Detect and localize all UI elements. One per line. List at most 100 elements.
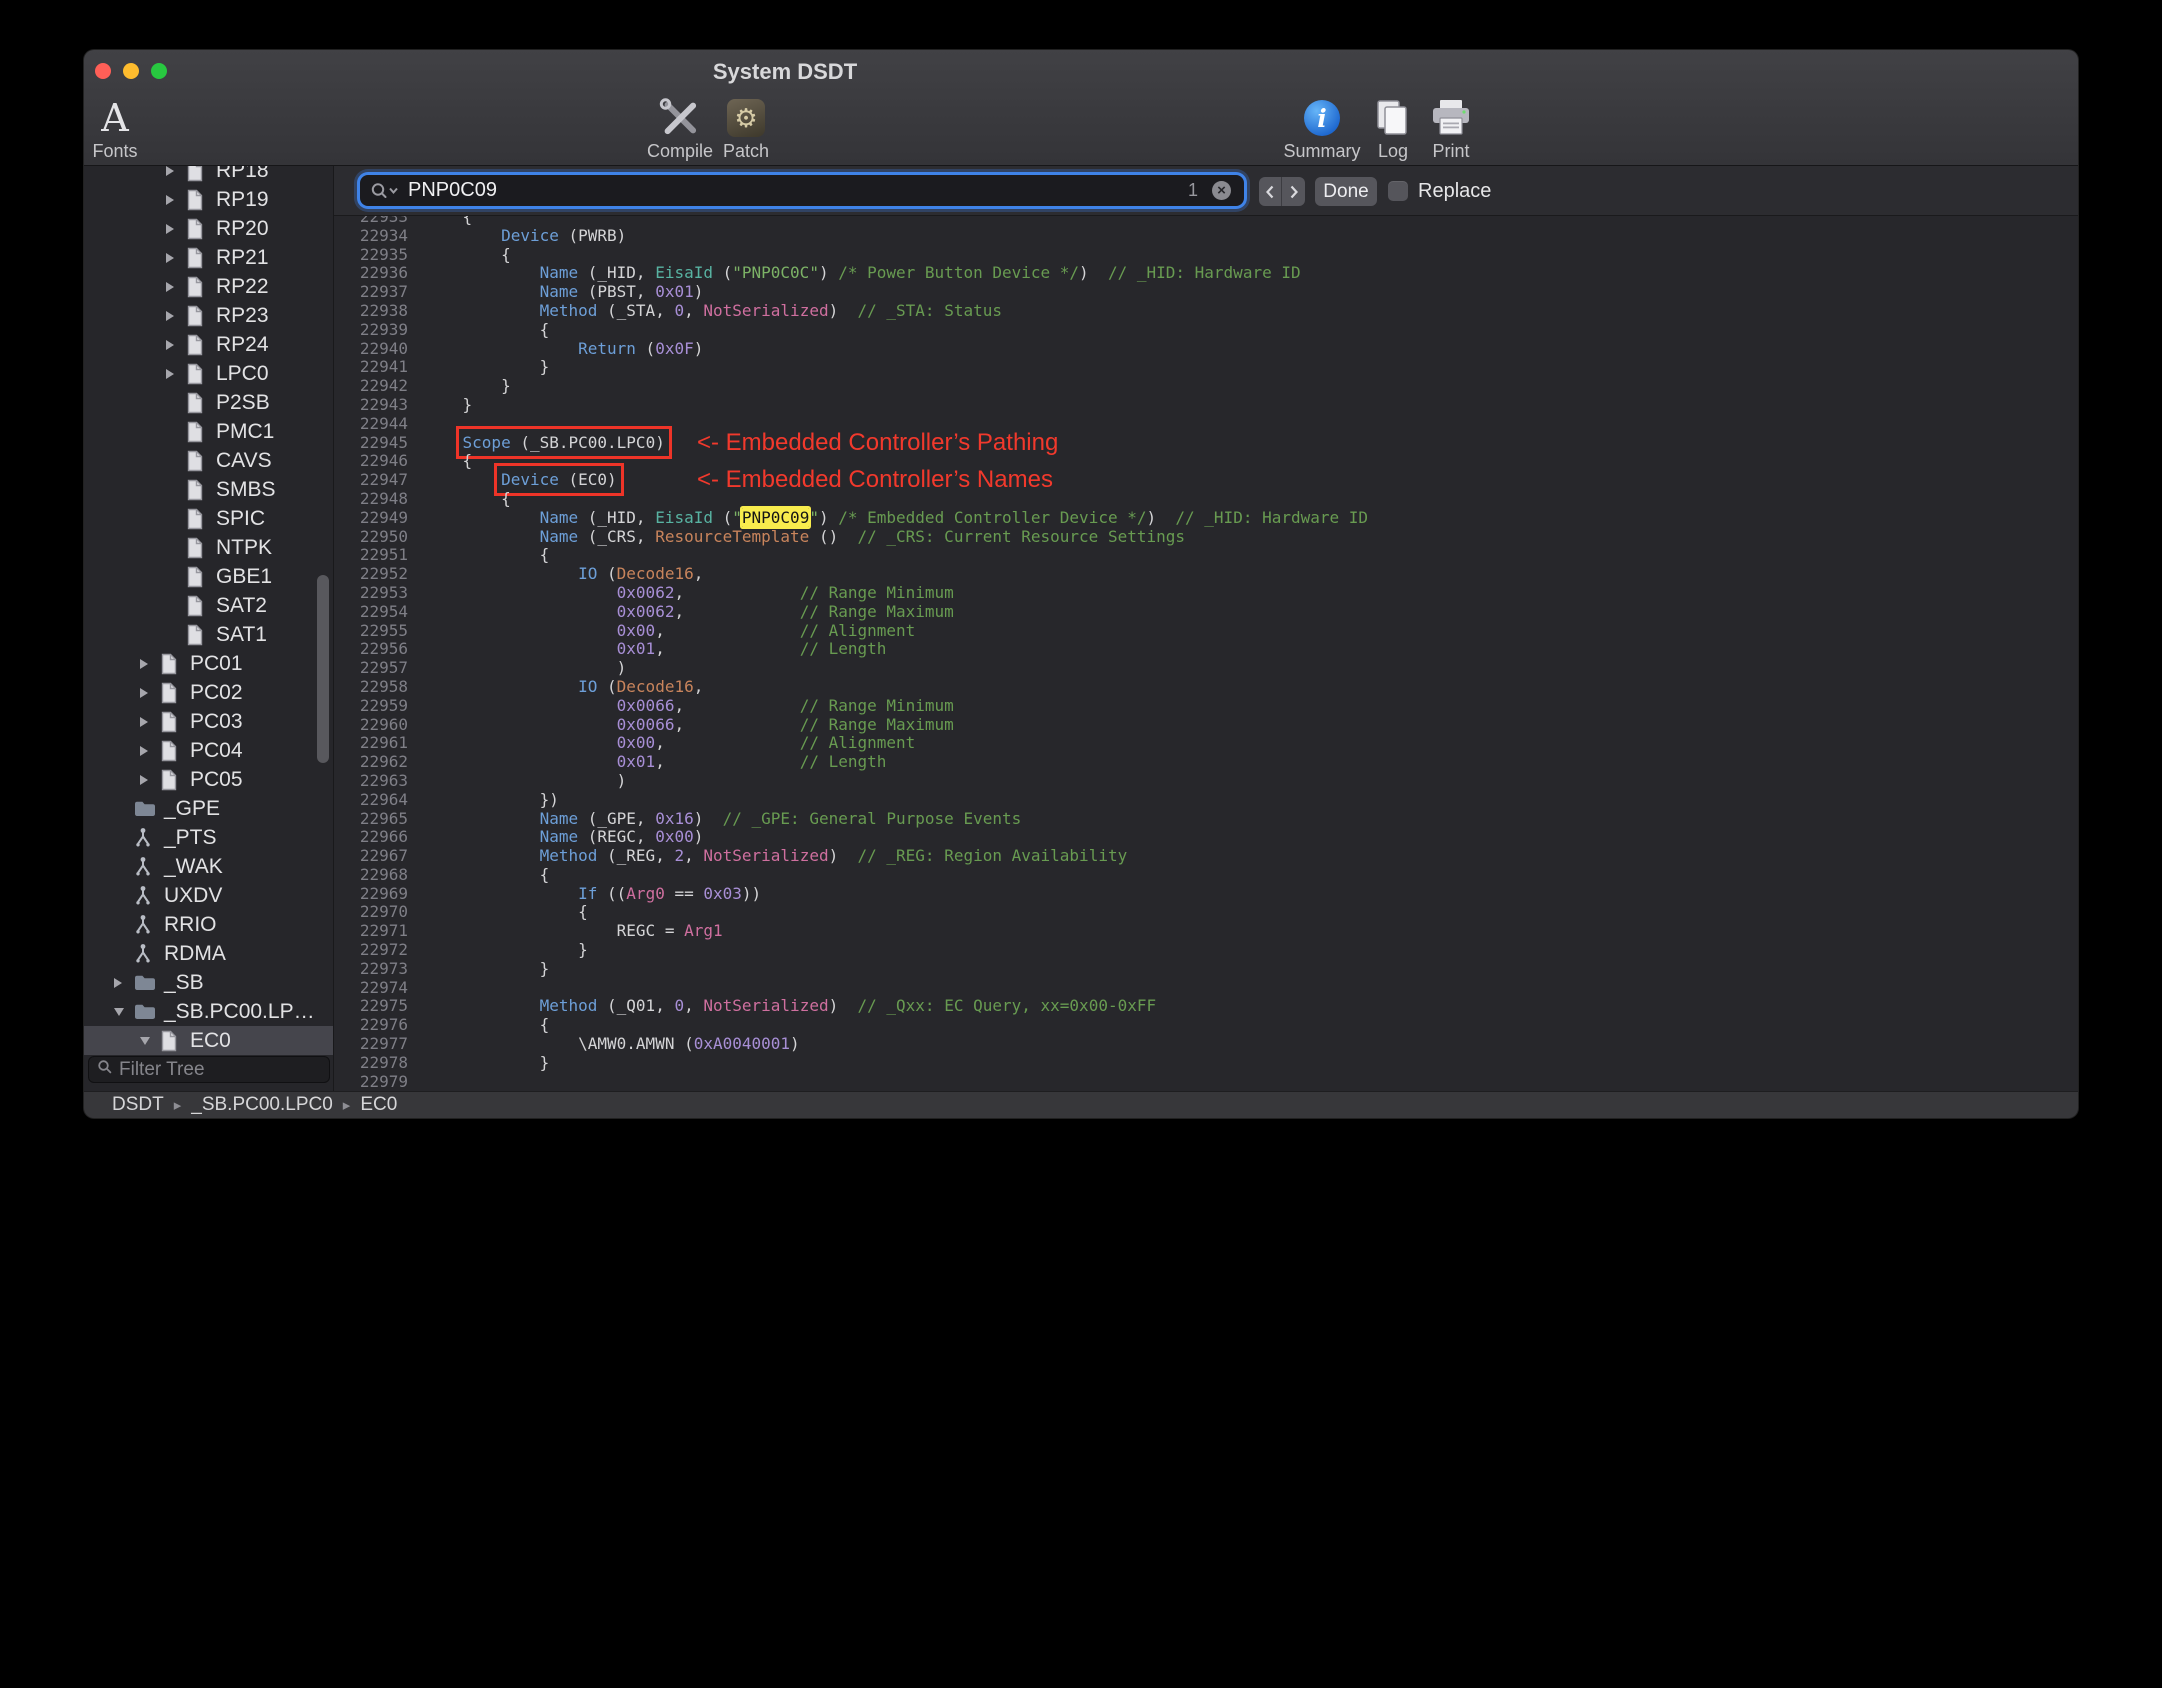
code-line[interactable]: 22956 0x01, // Length [334, 639, 2078, 659]
sidebar-item-rp18[interactable]: RP18 [84, 166, 333, 185]
code-line[interactable]: 22967 Method (_REG, 2, NotSerialized) //… [334, 846, 2078, 866]
sidebar-item-pc01[interactable]: PC01 [84, 649, 333, 678]
code-line[interactable]: 22977 \AMW0.AMWN (0xA0040001) [334, 1034, 2078, 1054]
breadcrumb-item[interactable]: DSDT [112, 1094, 164, 1116]
code-line[interactable]: 22945 Scope (_SB.PC00.LPC0) <- Embedded C… [334, 425, 2078, 459]
code-line[interactable]: 22949 Name (_HID, EisaId ("PNP0C09") /* … [334, 507, 2078, 528]
close-button[interactable] [95, 63, 111, 79]
sidebar-item-pmc1[interactable]: PMC1 [84, 417, 333, 446]
code-line[interactable]: 22962 0x01, // Length [334, 752, 2078, 772]
code-line[interactable]: 22943 } [334, 395, 2078, 415]
disclosure-triangle-icon[interactable] [140, 717, 160, 727]
sidebar-item-_gpe[interactable]: _GPE [84, 794, 333, 823]
next-match-button[interactable] [1282, 177, 1305, 206]
code-line[interactable]: 22965 Name (_GPE, 0x16) // _GPE: General… [334, 809, 2078, 829]
toolbar-fonts-button[interactable]: A Fonts [84, 96, 175, 162]
code-line[interactable]: 22960 0x0066, // Range Maximum [334, 715, 2078, 735]
minimize-button[interactable] [123, 63, 139, 79]
code-line[interactable]: 22939 { [334, 320, 2078, 340]
disclosure-triangle-icon[interactable] [166, 311, 186, 321]
disclosure-triangle-icon[interactable] [140, 775, 160, 785]
sidebar-item-rp21[interactable]: RP21 [84, 243, 333, 272]
code-line[interactable]: 22963 ) [334, 771, 2078, 791]
code-line[interactable]: 22947 Device (EC0) <- Embedded Controller… [334, 463, 2078, 497]
find-input[interactable] [408, 175, 1138, 206]
code-line[interactable]: 22978 } [334, 1053, 2078, 1073]
code-line[interactable]: 22966 Name (REGC, 0x00) [334, 827, 2078, 847]
code-line[interactable]: 22948 { [334, 489, 2078, 509]
sidebar-item-rdma[interactable]: RDMA [84, 939, 333, 968]
sidebar-item-ec0[interactable]: EC0 [84, 1026, 333, 1055]
code-line[interactable]: 22946 { [334, 451, 2078, 471]
disclosure-triangle-icon[interactable] [166, 166, 186, 176]
sidebar-item-rp23[interactable]: RP23 [84, 301, 333, 330]
sidebar-item-gbe1[interactable]: GBE1 [84, 562, 333, 591]
code-line[interactable]: 22954 0x0062, // Range Maximum [334, 602, 2078, 622]
code-line[interactable]: 22957 ) [334, 658, 2078, 678]
sidebar-item-_wak[interactable]: _WAK [84, 852, 333, 881]
toolbar-print-button[interactable]: Print [1391, 96, 1511, 162]
code-line[interactable]: 22935 { [334, 245, 2078, 265]
previous-match-button[interactable] [1259, 177, 1282, 206]
disclosure-triangle-icon[interactable] [140, 659, 160, 669]
code-line[interactable]: 22974 [334, 978, 2078, 998]
code-line[interactable]: 22950 Name (_CRS, ResourceTemplate () //… [334, 527, 2078, 547]
code-line[interactable]: 22952 IO (Decode16, [334, 564, 2078, 584]
code-line[interactable]: 22970 { [334, 903, 2078, 922]
code-line[interactable]: 22937 Name (PBST, 0x01) [334, 282, 2078, 302]
breadcrumb-item[interactable]: EC0 [360, 1094, 397, 1116]
sidebar-item-pc05[interactable]: PC05 [84, 765, 333, 794]
code-line[interactable]: 22940 Return (0x0F) [334, 339, 2078, 359]
sidebar-item-sat2[interactable]: SAT2 [84, 591, 333, 620]
code-line[interactable]: 22944 [334, 414, 2078, 434]
code-line[interactable]: 22976 { [334, 1015, 2078, 1035]
code-line[interactable]: 22958 IO (Decode16, [334, 677, 2078, 697]
clear-search-icon[interactable]: × [1212, 181, 1231, 200]
code-line[interactable]: 22959 0x0066, // Range Minimum [334, 696, 2078, 716]
sidebar-item-rrio[interactable]: RRIO [84, 910, 333, 939]
sidebar-item-smbs[interactable]: SMBS [84, 475, 333, 504]
sidebar-item-uxdv[interactable]: UXDV [84, 881, 333, 910]
sidebar-item-cavs[interactable]: CAVS [84, 446, 333, 475]
sidebar-item-pc03[interactable]: PC03 [84, 707, 333, 736]
sidebar-item-rp22[interactable]: RP22 [84, 272, 333, 301]
sidebar-item-rp24[interactable]: RP24 [84, 330, 333, 359]
code-line[interactable]: 22953 0x0062, // Range Minimum [334, 583, 2078, 603]
toolbar-patch-button[interactable]: ⚙︎ Patch [686, 96, 806, 162]
code-line[interactable]: 22972 } [334, 940, 2078, 960]
done-button[interactable]: Done [1315, 177, 1377, 206]
disclosure-triangle-icon[interactable] [140, 746, 160, 756]
disclosure-triangle-icon[interactable] [140, 688, 160, 698]
disclosure-triangle-icon[interactable] [166, 369, 186, 379]
code-line[interactable]: 22973 } [334, 959, 2078, 979]
sidebar-item-pc04[interactable]: PC04 [84, 736, 333, 765]
sidebar-item-_sb[interactable]: _SB [84, 968, 333, 997]
code-line[interactable]: 22951 { [334, 545, 2078, 565]
sidebar-item-rp19[interactable]: RP19 [84, 185, 333, 214]
disclosure-triangle-icon[interactable] [166, 340, 186, 350]
replace-checkbox[interactable] [1388, 181, 1408, 201]
sidebar-scrollbar[interactable] [317, 575, 329, 763]
search-options-icon[interactable] [370, 181, 400, 205]
code-line[interactable]: 22955 0x00, // Alignment [334, 621, 2078, 641]
code-line[interactable]: 22938 Method (_STA, 0, NotSerialized) //… [334, 301, 2078, 321]
code-line[interactable]: 22969 If ((Arg0 == 0x03)) [334, 884, 2078, 904]
sidebar-item-spic[interactable]: SPIC [84, 504, 333, 533]
sidebar-item-ntpk[interactable]: NTPK [84, 533, 333, 562]
disclosure-triangle-icon[interactable] [166, 195, 186, 205]
sidebar-item-sat1[interactable]: SAT1 [84, 620, 333, 649]
code-line[interactable]: 22964 }) [334, 790, 2078, 810]
code-line[interactable]: 22975 Method (_Q01, 0, NotSerialized) //… [334, 997, 2078, 1016]
code-line[interactable]: 22934 Device (PWRB) [334, 226, 2078, 246]
code-line[interactable]: 22941 } [334, 357, 2078, 377]
zoom-button[interactable] [151, 63, 167, 79]
breadcrumb-item[interactable]: _SB.PC00.LPC0 [191, 1094, 333, 1116]
disclosure-triangle-icon[interactable] [166, 282, 186, 292]
code-line[interactable]: 22968 { [334, 865, 2078, 885]
code-line[interactable]: 22942 } [334, 376, 2078, 396]
find-field[interactable]: 1 × [360, 175, 1244, 206]
sidebar-item-rp20[interactable]: RP20 [84, 214, 333, 243]
sidebar-item-p2sb[interactable]: P2SB [84, 388, 333, 417]
filter-tree-input[interactable] [119, 1058, 321, 1081]
code-line[interactable]: 22936 Name (_HID, EisaId ("PNP0C0C") /* … [334, 263, 2078, 283]
